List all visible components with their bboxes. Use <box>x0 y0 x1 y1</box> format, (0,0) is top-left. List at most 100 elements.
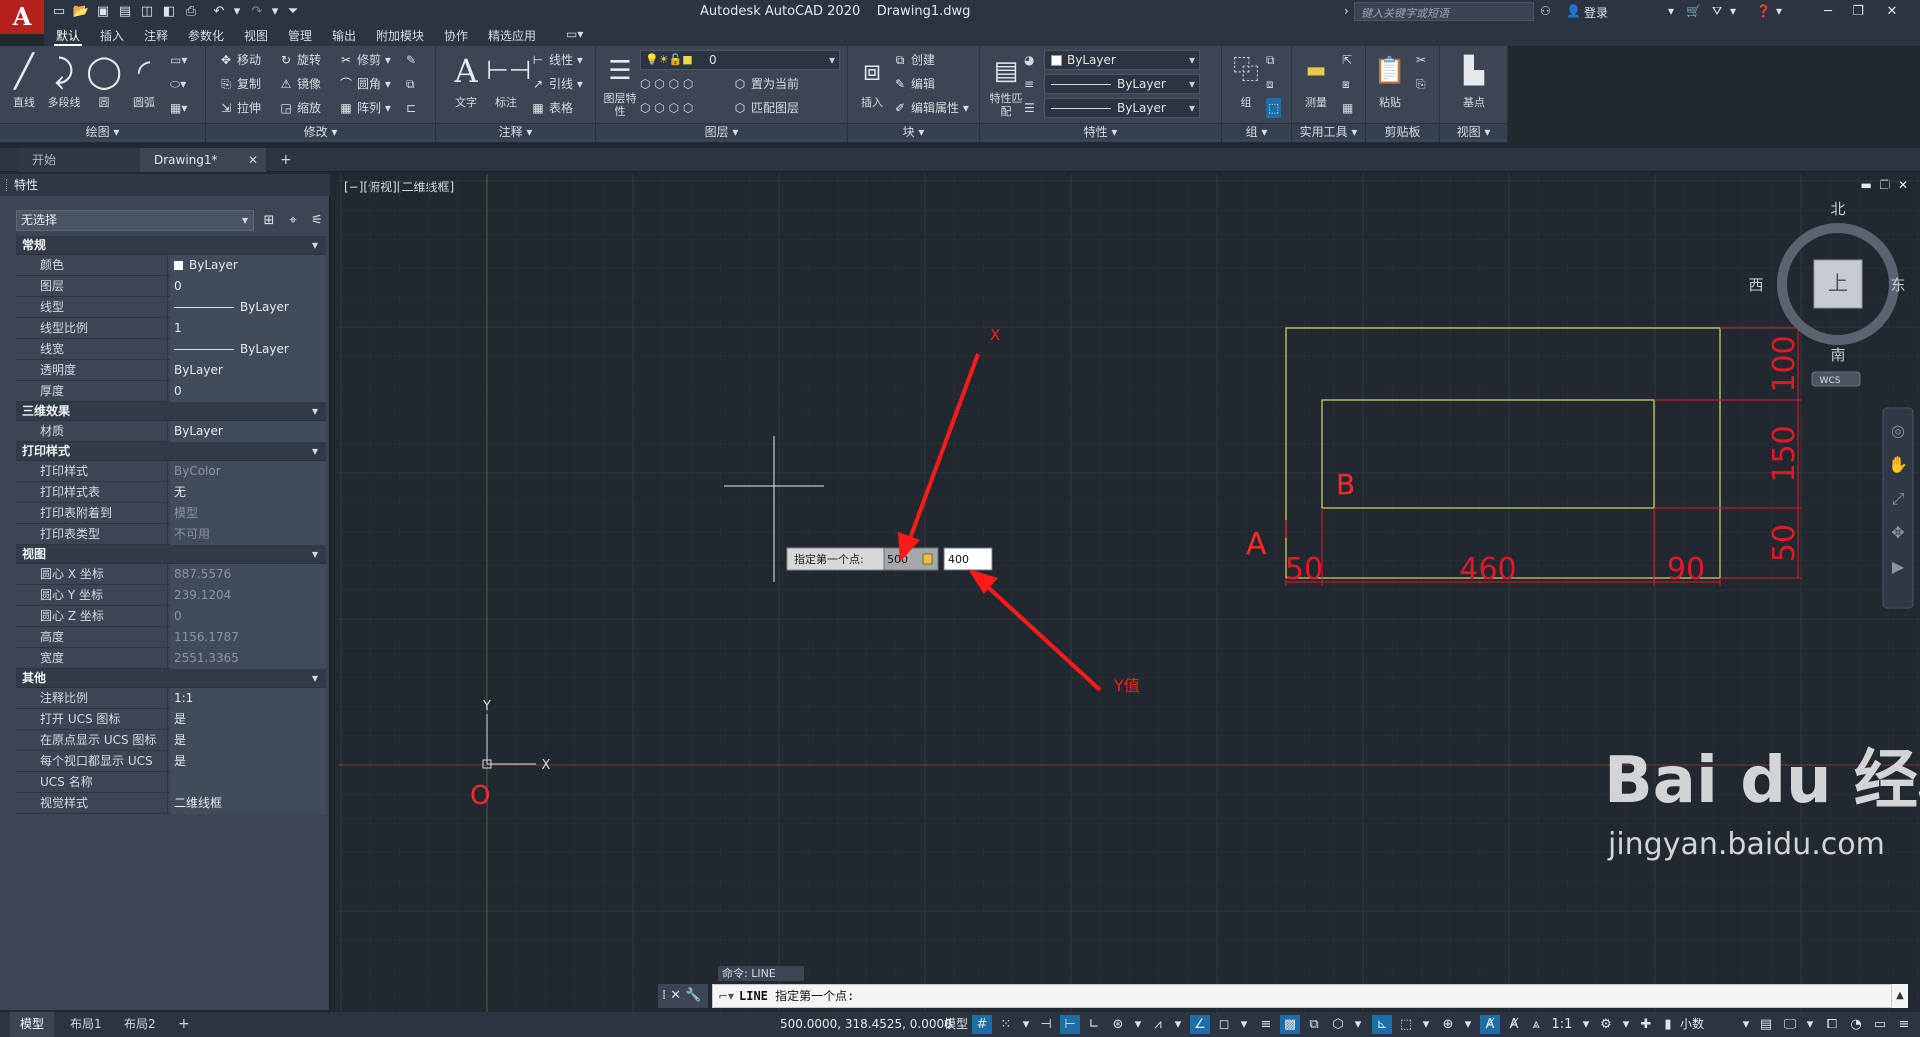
layer-dropdown[interactable]: 💡☀🔓■ 0 <box>640 50 840 70</box>
minimize-icon[interactable]: ─ <box>1816 2 1840 22</box>
tab-manage[interactable]: 管理 <box>286 27 314 44</box>
add-layout-icon[interactable]: + <box>168 1012 200 1037</box>
base-view-button[interactable]: ▙ 基点 <box>1452 50 1496 110</box>
color-dropdown[interactable]: ByLayer <box>1044 50 1200 70</box>
measure-button[interactable]: ▬ 测量 <box>1294 50 1338 110</box>
workspace-icon[interactable]: ⚙ <box>1596 1015 1616 1034</box>
ungroup-icon[interactable]: ⧉ <box>1266 50 1275 70</box>
lock-ui-dropdown-icon[interactable]: ▾ <box>1800 1015 1820 1034</box>
login-dropdown-icon[interactable]: ▾ <box>1668 4 1674 18</box>
inner-rectangle-b[interactable] <box>1321 399 1655 509</box>
view-group-title[interactable]: 视图 ▾ <box>1440 123 1507 139</box>
linear-button[interactable]: ⊢ 线性 ▾ <box>530 50 583 70</box>
calculator-icon[interactable]: ▦ <box>1342 98 1353 118</box>
quick-properties-icon[interactable]: ▤ <box>1756 1015 1776 1034</box>
property-value[interactable]: 是 <box>170 709 326 730</box>
transparency-icon[interactable]: ▩ <box>1280 1015 1300 1034</box>
quick-select-icon[interactable]: ⚟ <box>308 212 326 230</box>
text-button[interactable]: A 文字 <box>444 50 488 110</box>
property-row[interactable]: 打开 UCS 图标是 <box>16 709 326 730</box>
set-current-button[interactable]: ⬡ 置为当前 <box>732 74 799 94</box>
cart-icon[interactable]: 🛒 <box>1686 4 1701 18</box>
property-section-header[interactable]: 视图 <box>16 545 326 564</box>
copy-button[interactable]: ⎘ 复制 <box>218 74 261 94</box>
property-value[interactable]: 模型 <box>170 503 326 524</box>
tab-insert[interactable]: 插入 <box>98 27 126 44</box>
tab-collaborate[interactable]: 协作 <box>442 27 470 44</box>
property-section-header[interactable]: 常规 <box>16 236 326 255</box>
polar-dropdown-icon[interactable]: ▾ <box>1128 1015 1148 1034</box>
property-row[interactable]: 宽度 2551.3365 <box>16 648 326 669</box>
rectangle-icon[interactable]: ▭▾ <box>170 50 187 70</box>
snap-dropdown-icon[interactable]: ▾ <box>1016 1015 1036 1034</box>
property-section-header[interactable]: 打印样式 <box>16 442 326 461</box>
layer-tools-row2[interactable]: ⬡ ⬡ ⬡ ⬡ <box>640 98 693 118</box>
cursor-coordinates[interactable]: 500.0000, 318.4525, 0.0000 <box>780 1012 952 1037</box>
property-section-header[interactable]: 三维效果 <box>16 402 326 421</box>
ortho-icon[interactable]: ∟ <box>1084 1015 1104 1034</box>
copy-clip-icon[interactable]: ⎘ <box>1416 74 1426 94</box>
lineweight-dropdown[interactable]: ByLayer <box>1044 98 1200 118</box>
edit-block-button[interactable]: ✎ 编辑 <box>892 74 935 94</box>
save-icon[interactable]: ▣ <box>94 3 112 21</box>
lineweight-icon[interactable]: ☰ <box>1024 98 1035 118</box>
property-value[interactable]: 887.5576 <box>170 564 326 585</box>
polyline-button[interactable]: ⤸ 多段线 <box>42 50 86 110</box>
dynamic-input-icon[interactable]: ⊢ <box>1060 1015 1080 1034</box>
autoscale-icon[interactable]: Ⱥ <box>1504 1015 1524 1034</box>
osnap-dropdown-icon[interactable]: ▾ <box>1234 1015 1254 1034</box>
application-menu-button[interactable]: A <box>0 0 44 34</box>
selection-cycling-icon[interactable]: ⧉ <box>1304 1015 1324 1034</box>
dynamic-ucs-icon[interactable]: ⊾ <box>1372 1015 1392 1034</box>
create-block-button[interactable]: ⧉ 创建 <box>892 50 935 70</box>
annotation-monitor-icon[interactable]: ✚ <box>1636 1015 1656 1034</box>
new-icon[interactable]: ▭ <box>50 3 68 21</box>
3d-osnap-dropdown-icon[interactable]: ▾ <box>1348 1015 1368 1034</box>
gizmo-icon[interactable]: ⊕ <box>1438 1015 1458 1034</box>
line-button[interactable]: ╱ 直线 <box>2 50 46 110</box>
selection-filter-icon[interactable]: ⬚ <box>1396 1015 1416 1034</box>
property-value[interactable]: ByLayer <box>170 297 326 318</box>
select-objects-icon[interactable]: ⌖ <box>284 212 302 230</box>
cut-icon[interactable]: ✂ <box>1416 50 1426 70</box>
hatch-icon[interactable]: ⬭▾ <box>170 74 186 94</box>
compass-west[interactable]: 西 <box>1748 276 1763 294</box>
tab-parametric[interactable]: 参数化 <box>186 27 226 44</box>
property-value[interactable]: ByLayer <box>170 339 326 360</box>
property-value[interactable]: ByLayer <box>170 360 326 381</box>
login-link[interactable]: 登录 <box>1584 4 1608 21</box>
customization-icon[interactable]: ≡ <box>1894 1015 1914 1034</box>
property-row[interactable]: UCS 名称 <box>16 772 326 793</box>
groups-group-title[interactable]: 组 ▾ <box>1222 123 1291 139</box>
edit-attributes-button[interactable]: ✐ 编辑属性 ▾ <box>892 98 969 118</box>
match-properties-button[interactable]: ▤ 特性匹配 <box>984 50 1028 118</box>
redo-icon[interactable]: ↷ <box>248 3 266 21</box>
circle-button[interactable]: ◯ 圆 <box>82 50 126 110</box>
property-value[interactable]: 不可用 <box>170 524 326 545</box>
layer-tools-row1[interactable]: ⬡ ⬡ ⬡ ⬡ <box>640 74 693 94</box>
match-layer-button[interactable]: ⬡ 匹配图层 <box>732 98 799 118</box>
property-value[interactable]: ByLayer <box>170 255 326 276</box>
trim-button[interactable]: ✂ 修剪 ▾ <box>338 50 391 70</box>
utilities-group-title[interactable]: 实用工具 ▾ <box>1292 123 1365 139</box>
tab-layout1[interactable]: 布局1 <box>60 1012 112 1037</box>
toggle-pickadd-icon[interactable]: ⊞ <box>260 212 278 230</box>
ribbon-toggle-icon[interactable]: ▭▾ <box>564 27 585 41</box>
annotation-scale-value[interactable]: 1:1 <box>1548 1015 1576 1034</box>
snap-icon[interactable]: ⁙ <box>996 1015 1016 1034</box>
units-icon[interactable]: ▮ <box>1658 1015 1678 1034</box>
property-row[interactable]: 打印样式 ByColor <box>16 461 326 482</box>
table-button[interactable]: ▦ 表格 <box>530 98 573 118</box>
leader-button[interactable]: ↗ 引线 ▾ <box>530 74 583 94</box>
boundary-icon[interactable]: ▦▾ <box>170 98 187 118</box>
property-value[interactable]: 是 <box>170 730 326 751</box>
property-row[interactable]: 材质 ByLayer <box>16 421 326 442</box>
property-value[interactable]: 0 <box>170 276 326 297</box>
property-value[interactable]: 2551.3365 <box>170 648 326 669</box>
command-line-grip[interactable]: ⁞ ✕ 🔧 <box>658 984 708 1008</box>
group-button[interactable]: ⿻ 组 <box>1224 50 1268 110</box>
property-value[interactable]: 0 <box>170 381 326 402</box>
property-value[interactable] <box>170 772 326 793</box>
property-row[interactable]: 圆心 X 坐标 887.5576 <box>16 564 326 585</box>
scale-dropdown-icon[interactable]: ▾ <box>1576 1015 1596 1034</box>
